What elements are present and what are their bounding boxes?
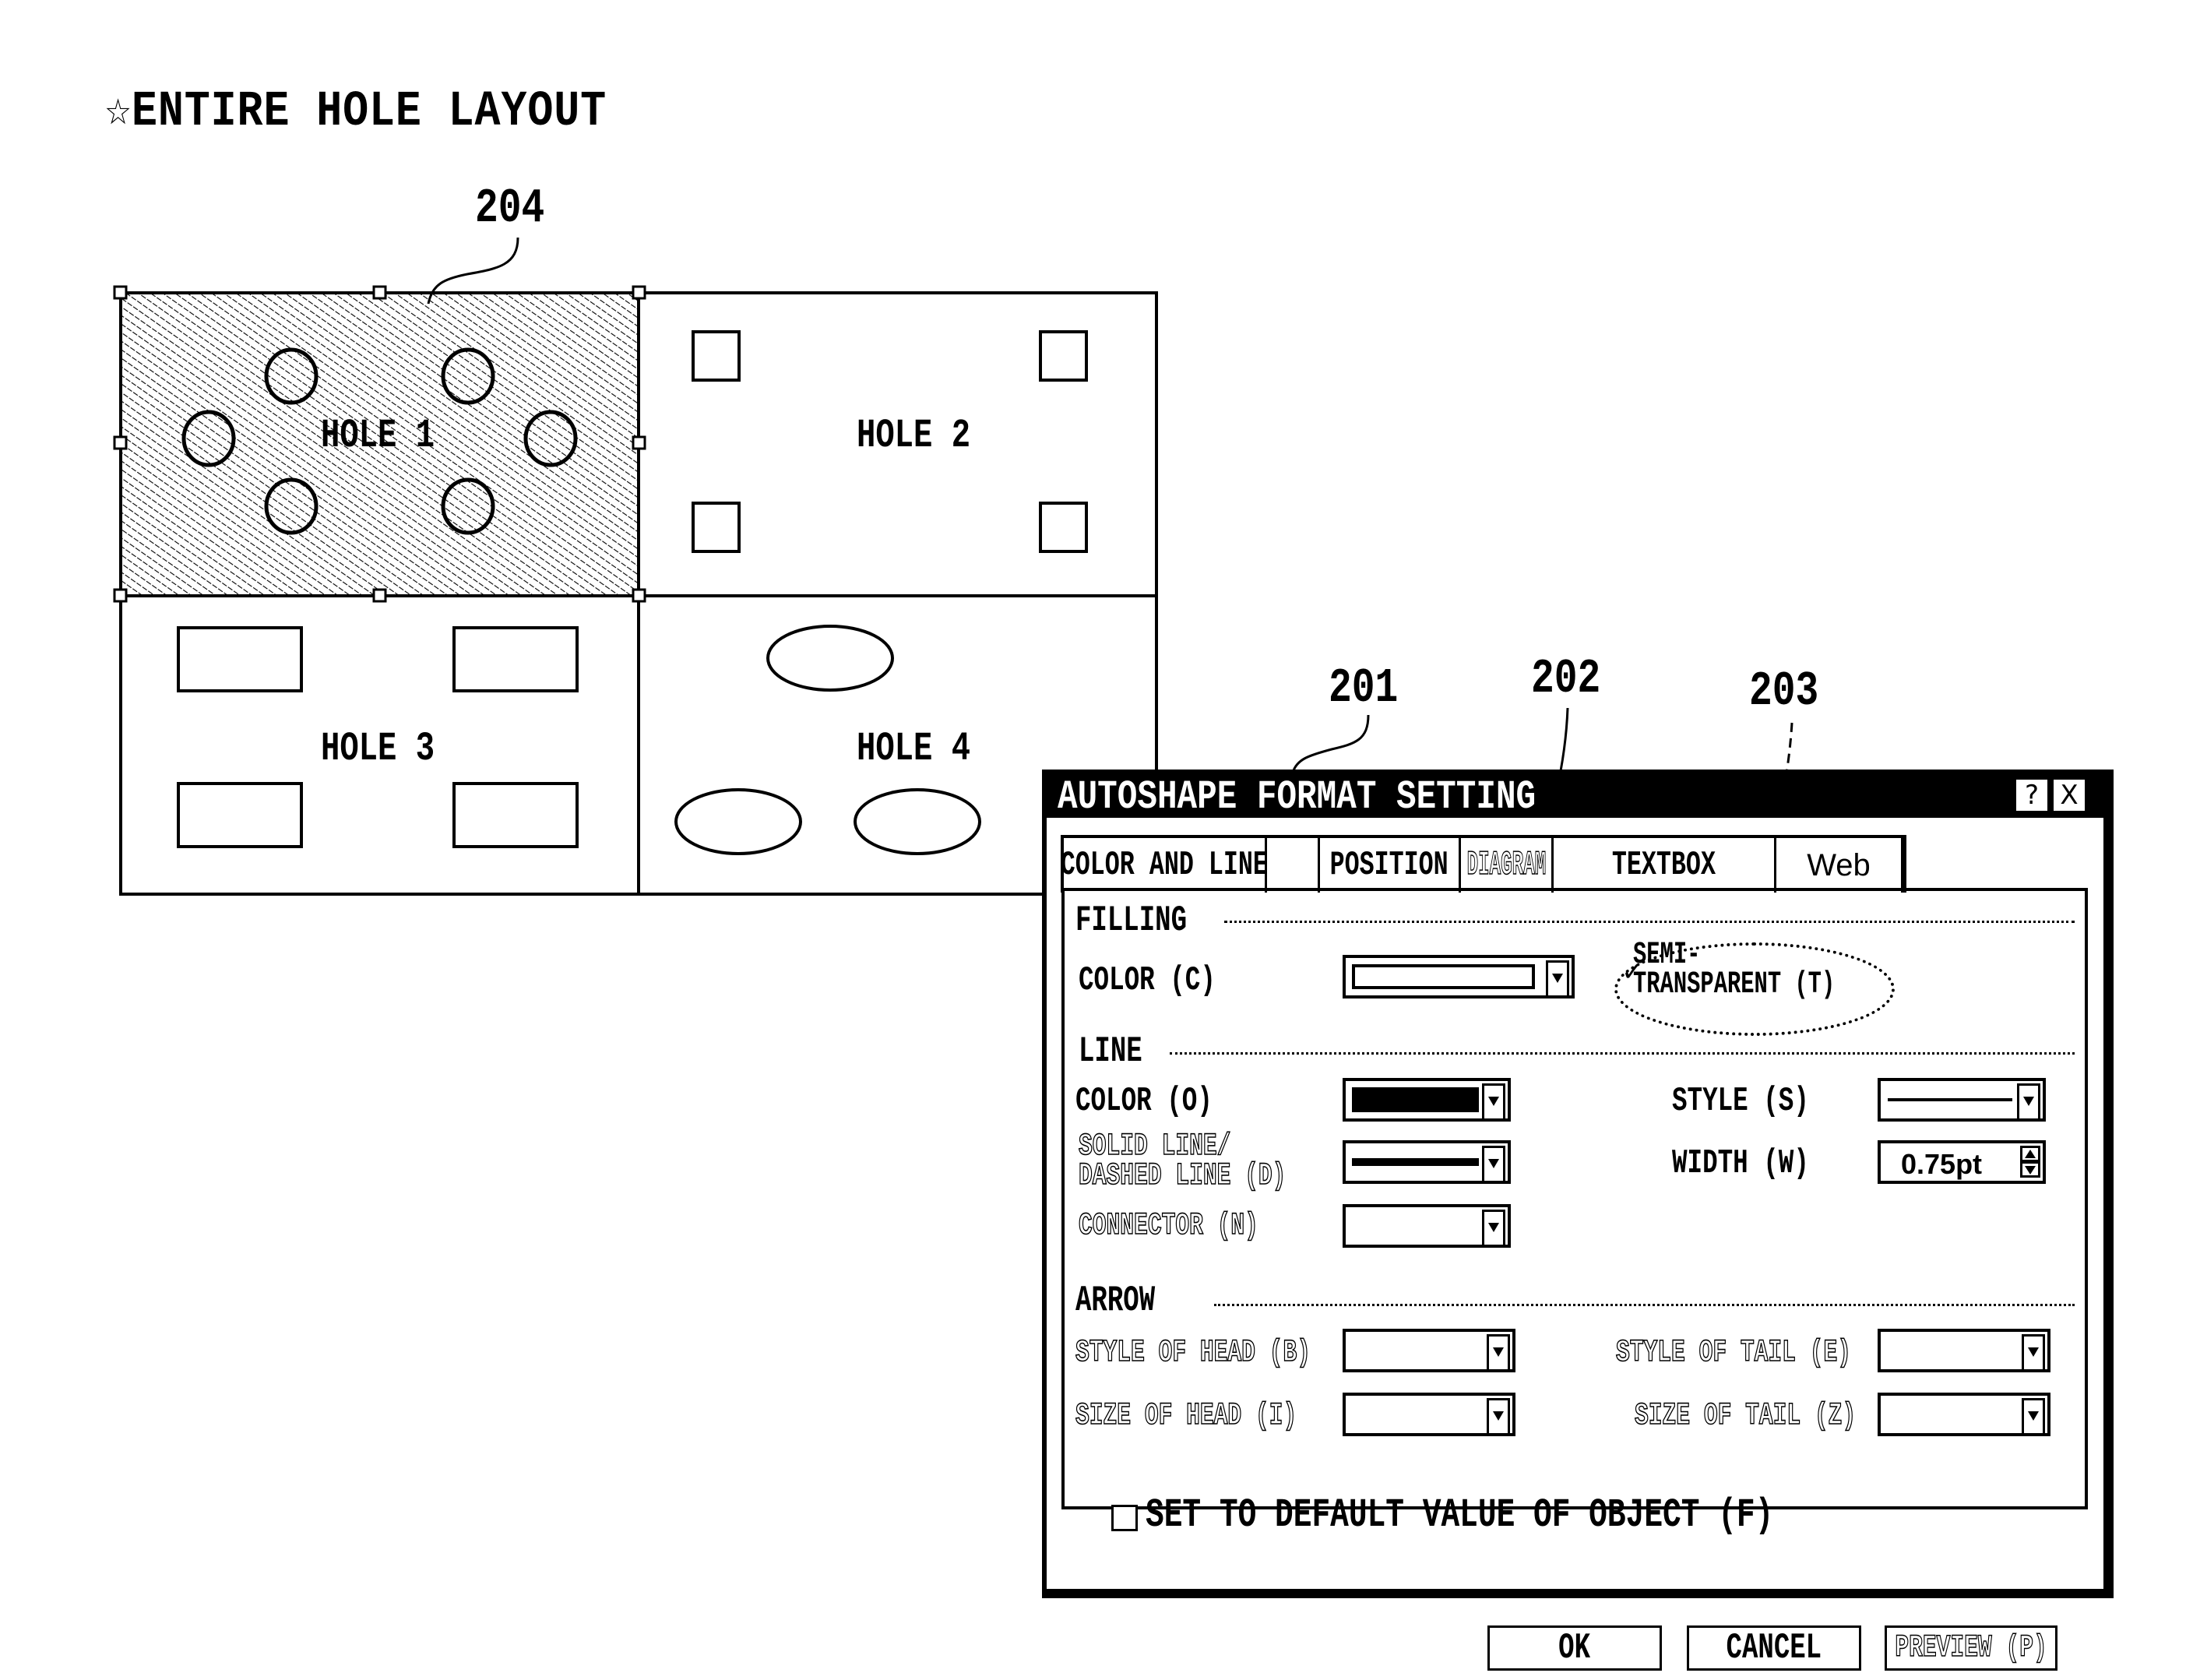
dash-type-label-line1: SOLID LINE/ bbox=[1078, 1129, 1231, 1164]
color-and-line-panel: FILLING COLOR (C) ✓ SEMI- TRANSPARENT (T… bbox=[1061, 888, 2088, 1538]
default-value-label[interactable]: SET TO DEFAULT VALUE OF OBJECT (F) bbox=[1146, 1492, 1773, 1538]
line-width-value[interactable]: 0.75pt bbox=[1901, 1148, 1982, 1181]
resize-handle-top-right bbox=[632, 285, 646, 300]
default-value-checkbox[interactable] bbox=[1111, 1505, 1138, 1531]
head-style-dropdown[interactable] bbox=[1343, 1329, 1515, 1372]
resize-handle-top bbox=[372, 285, 387, 300]
line-width-spinner[interactable]: 0.75pt bbox=[1878, 1140, 2046, 1184]
chevron-down-icon[interactable] bbox=[1487, 1398, 1510, 1435]
chevron-down-icon[interactable] bbox=[1482, 1146, 1505, 1183]
resize-handle-bottom bbox=[372, 588, 387, 603]
filling-divider bbox=[1224, 921, 2075, 923]
head-style-label: STYLE OF HEAD (B) bbox=[1075, 1336, 1311, 1371]
cancel-button[interactable]: CANCEL bbox=[1687, 1625, 1861, 1671]
arrow-section-label: ARROW bbox=[1075, 1280, 1156, 1321]
fill-color-dropdown[interactable] bbox=[1343, 955, 1575, 998]
tab-blank[interactable] bbox=[1267, 838, 1320, 893]
tab-label: Web bbox=[1807, 847, 1871, 882]
preview-button[interactable]: PREVIEW (P) bbox=[1885, 1625, 2057, 1671]
tab-label: TEXTBOX bbox=[1611, 846, 1716, 885]
hole-3-label: HOLE 3 bbox=[321, 726, 435, 772]
head-size-label: SIZE OF HEAD (I) bbox=[1075, 1399, 1297, 1434]
fill-color-label: COLOR (C) bbox=[1079, 961, 1216, 1000]
tab-diagram[interactable]: DIAGRAM bbox=[1461, 838, 1554, 893]
line-color-swatch bbox=[1352, 1087, 1479, 1112]
dash-type-dropdown[interactable] bbox=[1343, 1140, 1511, 1184]
chevron-down-icon[interactable] bbox=[2017, 1083, 2040, 1121]
line-color-label: COLOR (O) bbox=[1075, 1082, 1213, 1121]
hole-4-label: HOLE 4 bbox=[857, 726, 971, 772]
dialog-titlebar[interactable]: AUTOSHAPE FORMAT SETTING ? X bbox=[1047, 770, 2103, 820]
semi-transparent-line1: SEMI- bbox=[1633, 938, 1701, 973]
line-section-label: LINE bbox=[1079, 1031, 1142, 1072]
tab-label: DIAGRAM bbox=[1466, 845, 1546, 886]
ok-button-label: OK bbox=[1558, 1628, 1591, 1668]
connector-label: CONNECTOR (N) bbox=[1078, 1209, 1258, 1244]
close-icon[interactable]: X bbox=[2054, 780, 2085, 811]
arrow-divider bbox=[1214, 1304, 2075, 1306]
tail-size-dropdown[interactable] bbox=[1878, 1393, 2050, 1436]
solid-line-preview bbox=[1352, 1158, 1479, 1166]
resize-handle-left bbox=[113, 435, 128, 450]
line-width-label: WIDTH (W) bbox=[1672, 1144, 1809, 1183]
line-style-dropdown[interactable] bbox=[1878, 1078, 2046, 1122]
hole-1-label: HOLE 1 bbox=[321, 413, 435, 459]
tab-textbox[interactable]: TEXTBOX bbox=[1554, 838, 1776, 893]
cancel-button-label: CANCEL bbox=[1726, 1628, 1822, 1668]
hole-2-label: HOLE 2 bbox=[857, 413, 971, 459]
preview-button-label: PREVIEW (P) bbox=[1895, 1630, 2048, 1667]
dialog-title: AUTOSHAPE FORMAT SETTING bbox=[1058, 774, 1537, 820]
tab-color-and-line[interactable]: COLOR AND LINE bbox=[1064, 838, 1267, 893]
filling-section-label: FILLING bbox=[1075, 900, 1187, 941]
connector-dropdown[interactable] bbox=[1343, 1204, 1511, 1248]
tab-web[interactable]: Web bbox=[1776, 838, 1903, 893]
resize-handle-right bbox=[632, 435, 646, 450]
ok-button[interactable]: OK bbox=[1487, 1625, 1662, 1671]
tail-style-dropdown[interactable] bbox=[1878, 1329, 2050, 1372]
resize-handle-bottom-right bbox=[632, 588, 646, 603]
line-color-dropdown[interactable] bbox=[1343, 1078, 1511, 1122]
spin-up-icon[interactable] bbox=[2020, 1146, 2040, 1162]
help-icon[interactable]: ? bbox=[2016, 780, 2047, 811]
fill-color-swatch bbox=[1352, 964, 1535, 989]
chevron-down-icon[interactable] bbox=[1482, 1210, 1505, 1247]
tail-style-label: STYLE OF TAIL (E) bbox=[1615, 1336, 1851, 1371]
head-size-dropdown[interactable] bbox=[1343, 1393, 1515, 1436]
tab-label: POSITION bbox=[1329, 846, 1449, 885]
semi-transparent-line2: TRANSPARENT (T) bbox=[1633, 967, 1836, 1002]
dash-type-label-line2: DASHED LINE (D) bbox=[1078, 1159, 1287, 1194]
chevron-down-icon[interactable] bbox=[1482, 1083, 1505, 1121]
dash-type-label: SOLID LINE/ DASHED LINE (D) bbox=[1078, 1129, 1287, 1194]
resize-handle-bottom-left bbox=[113, 588, 128, 603]
chevron-down-icon[interactable] bbox=[2022, 1398, 2045, 1435]
tab-label: COLOR AND LINE bbox=[1064, 846, 1267, 885]
line-style-preview bbox=[1888, 1098, 2012, 1101]
tab-bar: COLOR AND LINE POSITION DIAGRAM TEXTBOX … bbox=[1061, 835, 1906, 893]
tab-position[interactable]: POSITION bbox=[1320, 838, 1461, 893]
spin-down-icon[interactable] bbox=[2020, 1161, 2040, 1178]
line-divider bbox=[1170, 1052, 2075, 1055]
autoshape-format-dialog: AUTOSHAPE FORMAT SETTING ? X COLOR AND L… bbox=[1042, 770, 2114, 1671]
chevron-down-icon[interactable] bbox=[1546, 960, 1569, 998]
tail-size-label: SIZE OF TAIL (Z) bbox=[1634, 1399, 1857, 1434]
chevron-down-icon[interactable] bbox=[2022, 1334, 2045, 1372]
resize-handle-top-left bbox=[113, 285, 128, 300]
semi-transparent-checkbox-label[interactable]: SEMI- TRANSPARENT (T) bbox=[1633, 938, 1836, 1002]
chevron-down-icon[interactable] bbox=[1487, 1334, 1510, 1372]
line-style-label: STYLE (S) bbox=[1672, 1082, 1809, 1121]
leader-line-201 bbox=[1291, 714, 1370, 773]
